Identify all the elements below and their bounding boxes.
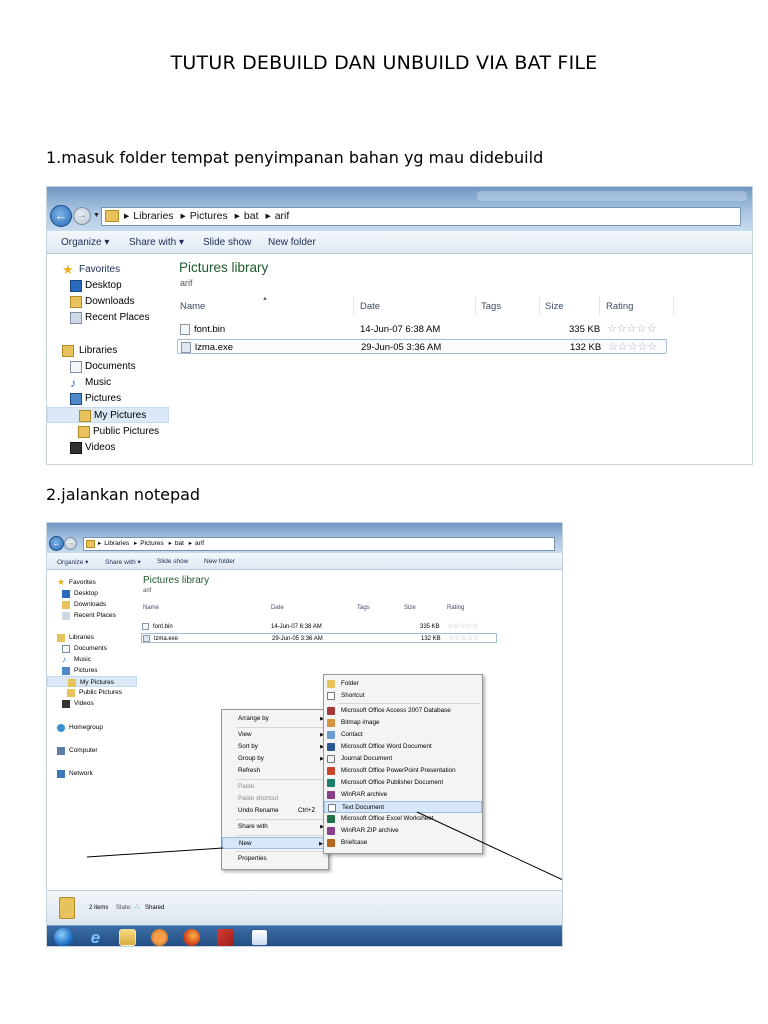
column-header-date[interactable]: Date bbox=[360, 301, 380, 312]
nav-downloads[interactable]: Downloads bbox=[47, 294, 169, 310]
back-arrow-icon[interactable]: ← bbox=[50, 205, 72, 227]
column-header-rating[interactable]: Rating bbox=[606, 301, 633, 312]
internet-explorer-icon[interactable]: e bbox=[87, 929, 104, 946]
explorer-folder-icon[interactable] bbox=[119, 929, 136, 946]
videos-icon bbox=[70, 442, 82, 454]
slide-show-button[interactable]: Slide show bbox=[203, 237, 251, 248]
share-with-button[interactable]: Share with ▾ bbox=[129, 237, 184, 248]
column-header-size[interactable]: Size bbox=[545, 301, 563, 312]
media-player-icon[interactable] bbox=[151, 929, 168, 946]
breadcrumb[interactable]: ▸ Libraries ▸ Pictures ▸ bat ▸ arif bbox=[101, 207, 741, 226]
folder-icon bbox=[78, 426, 90, 438]
nav-recent-places[interactable]: Recent Places bbox=[47, 310, 169, 326]
nav-favorites[interactable]: ★ Favorites bbox=[47, 262, 169, 278]
step-1-text: 1.masuk folder tempat penyimpanan bahan … bbox=[46, 148, 544, 167]
explorer-screenshot-2: ← → ▸ Libraries ▸ Pictures ▸ bat ▸ arif Orga… bbox=[46, 522, 563, 947]
downloads-icon bbox=[70, 296, 82, 308]
document-title: TUTUR DEBUILD DAN UNBUILD VIA BAT FILE bbox=[170, 52, 598, 74]
start-orb-icon[interactable] bbox=[54, 928, 73, 946]
nav-music[interactable]: ♪ Music bbox=[47, 375, 169, 391]
folder-icon bbox=[59, 897, 75, 919]
annotation-arrows bbox=[86, 811, 562, 881]
nav-pictures[interactable]: Pictures bbox=[47, 391, 169, 407]
arrow-to-new bbox=[86, 847, 224, 858]
status-bar: 2 items State: ⛬ Shared bbox=[47, 890, 562, 925]
shared-icon: ⛬ bbox=[135, 904, 140, 910]
file-list-pane: Pictures library arif ▲ Name Date Tags S… bbox=[173, 254, 752, 464]
file-icon bbox=[180, 324, 190, 335]
column-header-tags[interactable]: Tags bbox=[481, 301, 501, 312]
navigation-pane: ★ Favorites Desktop Downloads Recent Plac… bbox=[47, 254, 171, 464]
star-icon: ★ bbox=[62, 262, 74, 277]
rating-stars[interactable]: ☆☆☆☆☆ bbox=[608, 340, 657, 355]
nav-documents[interactable]: Documents bbox=[47, 359, 169, 375]
nav-desktop[interactable]: Desktop bbox=[47, 278, 169, 294]
desktop-icon bbox=[70, 280, 82, 292]
firefox-icon[interactable] bbox=[183, 929, 200, 946]
folder-icon bbox=[105, 210, 119, 222]
explorer-screenshot-1: ← → ▼ ▸ Libraries ▸ Pictures ▸ bat ▸ arif Or… bbox=[46, 186, 753, 465]
pictures-icon bbox=[70, 393, 82, 405]
history-dropdown-icon[interactable]: ▼ bbox=[93, 212, 100, 219]
recent-places-icon bbox=[70, 312, 82, 324]
command-toolbar: Organize ▾ Share with ▾ Slide show New f… bbox=[47, 231, 752, 254]
step-2-text: 2.jalankan notepad bbox=[46, 485, 201, 504]
taskbar: e bbox=[47, 925, 562, 946]
column-header-name[interactable]: Name bbox=[180, 301, 205, 312]
arrow-to-text-document bbox=[416, 811, 562, 881]
libraries-icon bbox=[62, 345, 74, 357]
sort-arrow-icon: ▲ bbox=[262, 296, 268, 302]
status-item-count: 2 items bbox=[89, 905, 109, 911]
file-row[interactable]: lzma.exe 29-Jun-05 3:36 AM 132 KB ☆☆☆☆☆ bbox=[177, 339, 667, 354]
library-title: Pictures library bbox=[179, 260, 269, 275]
library-subtitle: arif bbox=[180, 278, 193, 288]
status-state-value: Shared bbox=[145, 905, 165, 911]
file-row[interactable]: font.bin 14-Jun-07 6:38 AM 335 KB ☆☆☆☆☆ bbox=[177, 322, 667, 337]
organize-button[interactable]: Organize ▾ bbox=[61, 237, 109, 248]
window-title-blur bbox=[477, 191, 747, 201]
new-folder-button[interactable]: New folder bbox=[268, 237, 316, 248]
nav-videos[interactable]: Videos bbox=[47, 440, 169, 456]
word-icon[interactable] bbox=[251, 929, 268, 946]
breadcrumb-arif[interactable]: arif bbox=[275, 210, 290, 222]
nav-libraries[interactable]: Libraries bbox=[47, 343, 169, 359]
address-bar-area: ← → ▼ ▸ Libraries ▸ Pictures ▸ bat ▸ arif bbox=[47, 187, 752, 231]
nav-my-pictures[interactable]: My Pictures bbox=[47, 407, 169, 423]
folder-icon bbox=[79, 410, 91, 422]
status-state-label: State: bbox=[116, 905, 132, 911]
forward-arrow-icon[interactable]: → bbox=[73, 207, 91, 225]
nav-public-pictures[interactable]: Public Pictures bbox=[47, 424, 169, 440]
music-note-icon: ♪ bbox=[70, 376, 76, 390]
documents-icon bbox=[70, 361, 82, 373]
exe-icon bbox=[181, 342, 191, 353]
breadcrumb-pictures[interactable]: Pictures bbox=[190, 210, 228, 222]
breadcrumb-libraries[interactable]: Libraries bbox=[133, 210, 173, 222]
app-icon[interactable] bbox=[217, 929, 234, 946]
rating-stars[interactable]: ☆☆☆☆☆ bbox=[607, 322, 656, 337]
breadcrumb-bat[interactable]: bat bbox=[244, 210, 259, 222]
